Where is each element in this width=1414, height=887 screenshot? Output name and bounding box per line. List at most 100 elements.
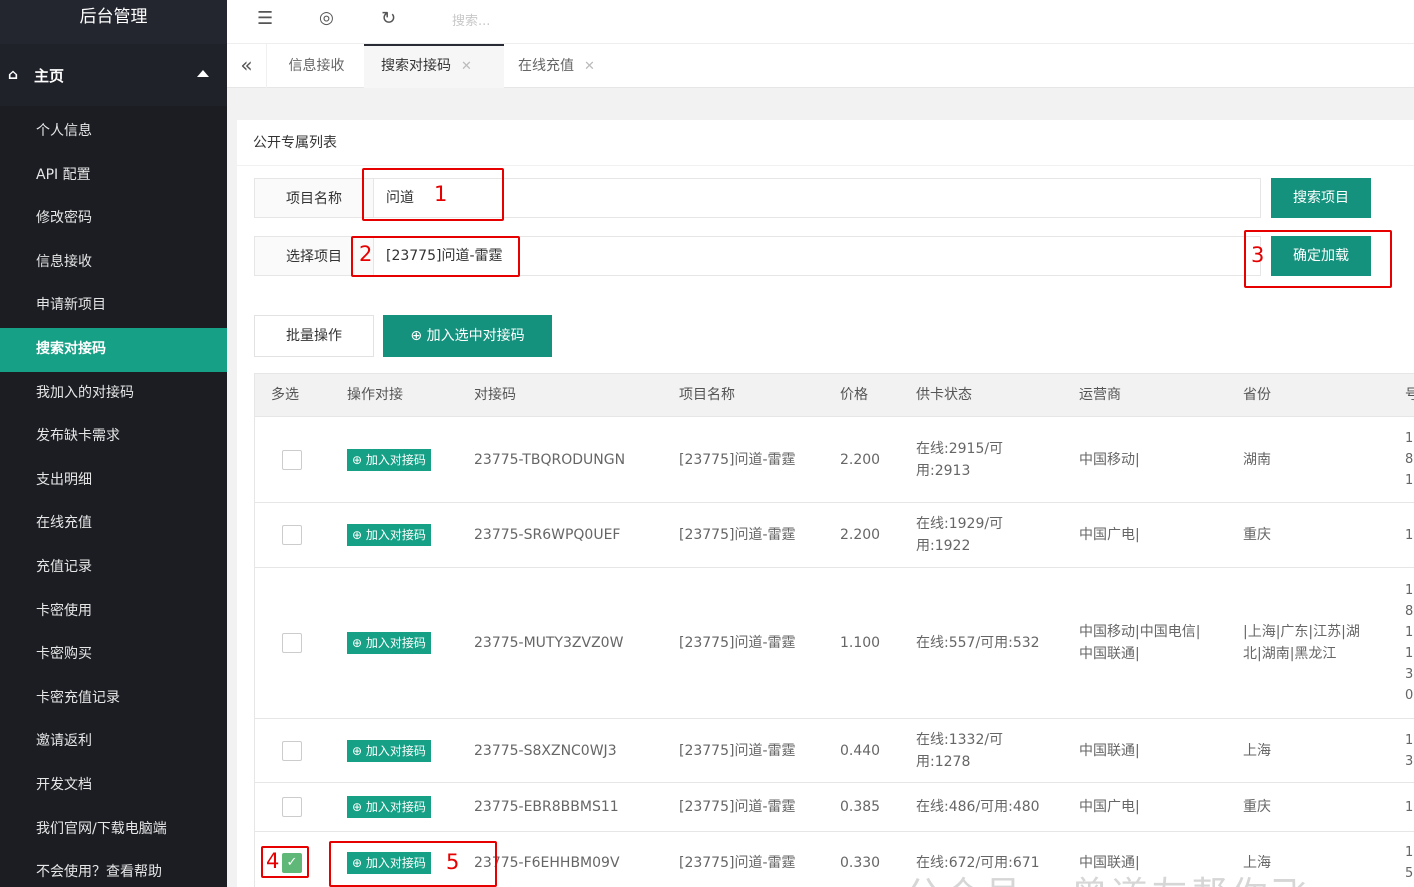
search-project-button[interactable]: 搜索项目 <box>1271 178 1371 218</box>
sidebar-item[interactable]: 修改密码 <box>0 197 227 241</box>
row-code: 23775-TBQRODUNGN <box>474 451 626 468</box>
row-number-digit: 1 <box>1405 799 1414 815</box>
row-number-digit: 1 <box>1405 431 1414 446</box>
sidebar-item[interactable]: 卡密购买 <box>0 633 227 677</box>
row-carrier: 中国广电| <box>1079 503 1229 567</box>
col-multi-select: 多选 <box>271 387 299 403</box>
col-carrier: 运营商 <box>1079 387 1121 403</box>
row-number-digit: 0 <box>1405 688 1414 703</box>
col-number: 号 <box>1405 387 1414 403</box>
row-select-cell <box>282 783 302 831</box>
row-province-line: 北|湖南|黑龙江 <box>1243 646 1337 662</box>
globe-icon[interactable]: ◎ <box>319 8 334 28</box>
panel-title: 公开专属列表 <box>237 120 1414 166</box>
tab-label: 信息接收 <box>288 58 345 74</box>
close-icon[interactable]: ✕ <box>584 59 595 74</box>
add-code-button[interactable]: ⊕ 加入对接码 <box>347 448 431 471</box>
sidebar-item[interactable]: 邀请返利 <box>0 720 227 764</box>
menu-fold-icon[interactable]: ☰ <box>257 8 273 29</box>
row-number-digit: 8 <box>1405 604 1414 619</box>
sidebar-item[interactable]: 申请新项目 <box>0 284 227 328</box>
row-checkbox[interactable] <box>282 449 302 470</box>
row-project: [23775]问道-雷霆 <box>679 527 796 543</box>
add-code-button[interactable]: ⊕ 加入对接码 <box>347 632 431 654</box>
row-code: 23775-EBR8BBMS11 <box>474 799 619 815</box>
row-province: |上海|广东|江苏|湖 北|湖南|黑龙江 <box>1243 568 1393 718</box>
add-selected-button[interactable]: ⊕ 加入选中对接码 <box>383 315 552 357</box>
row-price: 0.330 <box>840 854 881 871</box>
add-code-label: 加入对接码 <box>365 636 426 650</box>
row-number: 13 <box>1405 719 1413 782</box>
add-code-label: 加入对接码 <box>365 800 426 814</box>
sidebar-item[interactable]: 搜索对接码 <box>0 327 227 372</box>
row-status: 在线:486/可用:480 <box>916 783 1066 831</box>
row-operation-cell: ⊕ 加入对接码 <box>347 783 431 831</box>
add-code-label: 加入对接码 <box>365 743 426 758</box>
row-number: 1 8 1 <box>1405 417 1413 502</box>
row-checkbox[interactable] <box>282 797 302 817</box>
sidebar-item[interactable]: 不会使用？查看帮助 <box>0 851 227 887</box>
row-checkbox[interactable] <box>282 633 302 653</box>
sidebar-item[interactable]: 开发文档 <box>0 764 227 808</box>
sidebar-item[interactable]: API 配置 <box>0 154 227 198</box>
row-carrier-line: 中国联通| <box>1079 646 1140 662</box>
plus-circle-icon: ⊕ <box>352 636 366 650</box>
row-province: 重庆 <box>1243 783 1393 831</box>
nav-home[interactable]: ⌂ 主页 <box>0 44 227 106</box>
tabs-back-icon[interactable]: « <box>227 44 267 88</box>
sidebar-item[interactable]: 支出明细 <box>0 459 227 503</box>
row-select-cell <box>282 503 302 567</box>
add-code-button[interactable]: ⊕ 加入对接码 <box>347 739 431 762</box>
row-number-digit: 3 <box>1405 667 1414 682</box>
sidebar-item[interactable]: 在线充值 <box>0 502 227 546</box>
col-status: 供卡状态 <box>916 387 972 403</box>
row-province-line: 重庆 <box>1243 799 1271 815</box>
row-price: 0.440 <box>840 742 881 759</box>
sidebar-item[interactable]: 我加入的对接码 <box>0 372 227 416</box>
sub-menu: 个人信息 API 配置 修改密码 信息接收 申请新项目 搜索对接码 我加入的对接码 发布缺卡需… <box>0 106 227 887</box>
row-price: 0.385 <box>840 799 881 815</box>
row-status-line: 用:1278 <box>916 753 971 770</box>
sidebar-item[interactable]: 充值记录 <box>0 546 227 590</box>
row-status-line: 在线:557/可用:532 <box>916 635 1040 651</box>
row-carrier: 中国联通| <box>1079 719 1229 782</box>
row-carrier-line: 中国移动| <box>1079 451 1140 468</box>
row-status-line: 用:1922 <box>916 538 971 554</box>
row-status-line: 在线:486/可用:480 <box>916 799 1040 815</box>
tab-info-receive[interactable]: 信息接收 <box>269 44 364 88</box>
row-number-digit: 3 <box>1405 753 1414 769</box>
col-operation: 操作对接 <box>347 387 403 403</box>
row-checkbox[interactable] <box>282 525 302 545</box>
row-province: 上海 <box>1243 719 1393 782</box>
tab-online-recharge[interactable]: 在线充值 ✕ <box>504 44 624 88</box>
add-code-button[interactable]: ⊕ 加入对接码 <box>347 796 431 818</box>
table-row: ⊕ 加入对接码 23775-MUTY3ZVZ0W [23775]问道-雷霆 1.100… <box>255 568 1414 719</box>
sidebar-item[interactable]: 信息接收 <box>0 241 227 285</box>
sidebar-item[interactable]: 卡密使用 <box>0 590 227 634</box>
tab-search-code[interactable]: 搜索对接码 ✕ <box>364 44 504 88</box>
sidebar-item[interactable]: 卡密充值记录 <box>0 677 227 721</box>
row-operation-cell: ⊕ 加入对接码 <box>347 417 431 502</box>
annotation-number: 2 <box>359 242 373 266</box>
row-status: 在线:1929/可 用:1922 <box>916 503 1066 567</box>
annotation-number: 3 <box>1251 243 1265 267</box>
row-carrier-line: 中国广电| <box>1079 527 1140 543</box>
row-checkbox[interactable] <box>282 740 302 761</box>
row-province: 重庆 <box>1243 503 1393 567</box>
row-select-cell <box>282 568 302 718</box>
plus-circle-icon: ⊕ <box>352 528 366 542</box>
batch-operation-button[interactable]: 批量操作 <box>254 315 374 357</box>
row-price: 2.200 <box>840 451 881 468</box>
project-name-input[interactable]: 问道 <box>373 178 1261 218</box>
search-input[interactable]: 搜索... <box>452 10 490 29</box>
sidebar-item[interactable]: 个人信息 <box>0 110 227 154</box>
sidebar-item[interactable]: 我们官网/下载电脑端 <box>0 808 227 852</box>
row-project: [23775]问道-雷霆 <box>679 451 796 468</box>
close-icon[interactable]: ✕ <box>461 59 472 74</box>
add-code-button[interactable]: ⊕ 加入对接码 <box>347 524 431 546</box>
table-row: ⊕ 加入对接码 23775-TBQRODUNGN [23775]问道-雷霆 2.200… <box>255 417 1414 503</box>
code-table: 多选 操作对接 对接码 项目名称 价格 供卡状态 运营商 省份 号 ⊕ 加入对接… <box>254 373 1414 887</box>
row-number-digit: 1 <box>1405 646 1414 661</box>
sidebar-item[interactable]: 发布缺卡需求 <box>0 415 227 459</box>
refresh-icon[interactable]: ↻ <box>381 8 396 29</box>
